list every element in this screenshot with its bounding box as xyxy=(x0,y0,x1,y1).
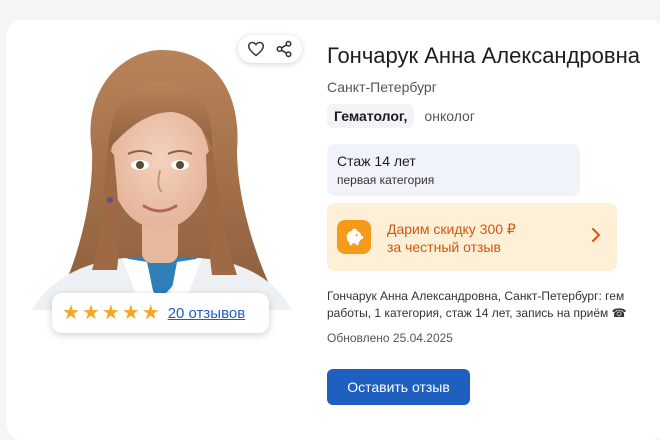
promo-line-1: Дарим скидку 300 ₽ xyxy=(387,221,516,237)
specialty-primary[interactable]: Гематолог, xyxy=(327,104,415,128)
photo-actions xyxy=(238,35,302,63)
description-line-2: работы, 1 категория, стаж 14 лет, запись… xyxy=(327,306,627,320)
updated-date: Обновлено 25.04.2025 xyxy=(327,331,453,345)
piggy-bank-icon xyxy=(337,220,371,254)
star-icon: ★ xyxy=(121,302,140,324)
heart-icon[interactable] xyxy=(247,41,265,57)
chevron-right-icon xyxy=(591,227,601,248)
specialty-secondary[interactable]: онколог xyxy=(424,108,475,124)
experience-box: Стаж 14 лет первая категория xyxy=(327,144,580,196)
doctor-photo xyxy=(22,30,292,310)
specialties: Гематолог, онколог xyxy=(327,104,475,128)
doctor-name: Гончарук Анна Александровна xyxy=(327,43,640,68)
star-icon: ★ xyxy=(81,302,100,324)
promo-text: Дарим скидку 300 ₽ за честный отзыв xyxy=(387,220,516,256)
promo-line-2: за честный отзыв xyxy=(387,239,501,255)
star-icon: ★ xyxy=(62,302,80,324)
description-line-1: Гончарук Анна Александровна, Санкт-Петер… xyxy=(327,289,625,303)
share-icon[interactable] xyxy=(275,40,293,58)
doctor-city: Санкт-Петербург xyxy=(327,79,437,95)
review-discount-banner[interactable]: Дарим скидку 300 ₽ за честный отзыв xyxy=(327,203,617,271)
reviews-link[interactable]: 20 отзывов xyxy=(168,305,246,322)
star-icon: ★ xyxy=(141,302,160,324)
rating-badge: ★ ★ ★ ★ ★ 20 отзывов xyxy=(52,293,269,333)
experience-title: Стаж 14 лет xyxy=(337,153,416,169)
leave-review-button[interactable]: Оставить отзыв xyxy=(327,369,470,405)
doctor-description: Гончарук Анна Александровна, Санкт-Петер… xyxy=(327,288,660,322)
experience-category: первая категория xyxy=(337,173,435,187)
star-icon: ★ xyxy=(101,302,120,324)
rating-stars: ★ ★ ★ ★ ★ xyxy=(62,303,160,323)
